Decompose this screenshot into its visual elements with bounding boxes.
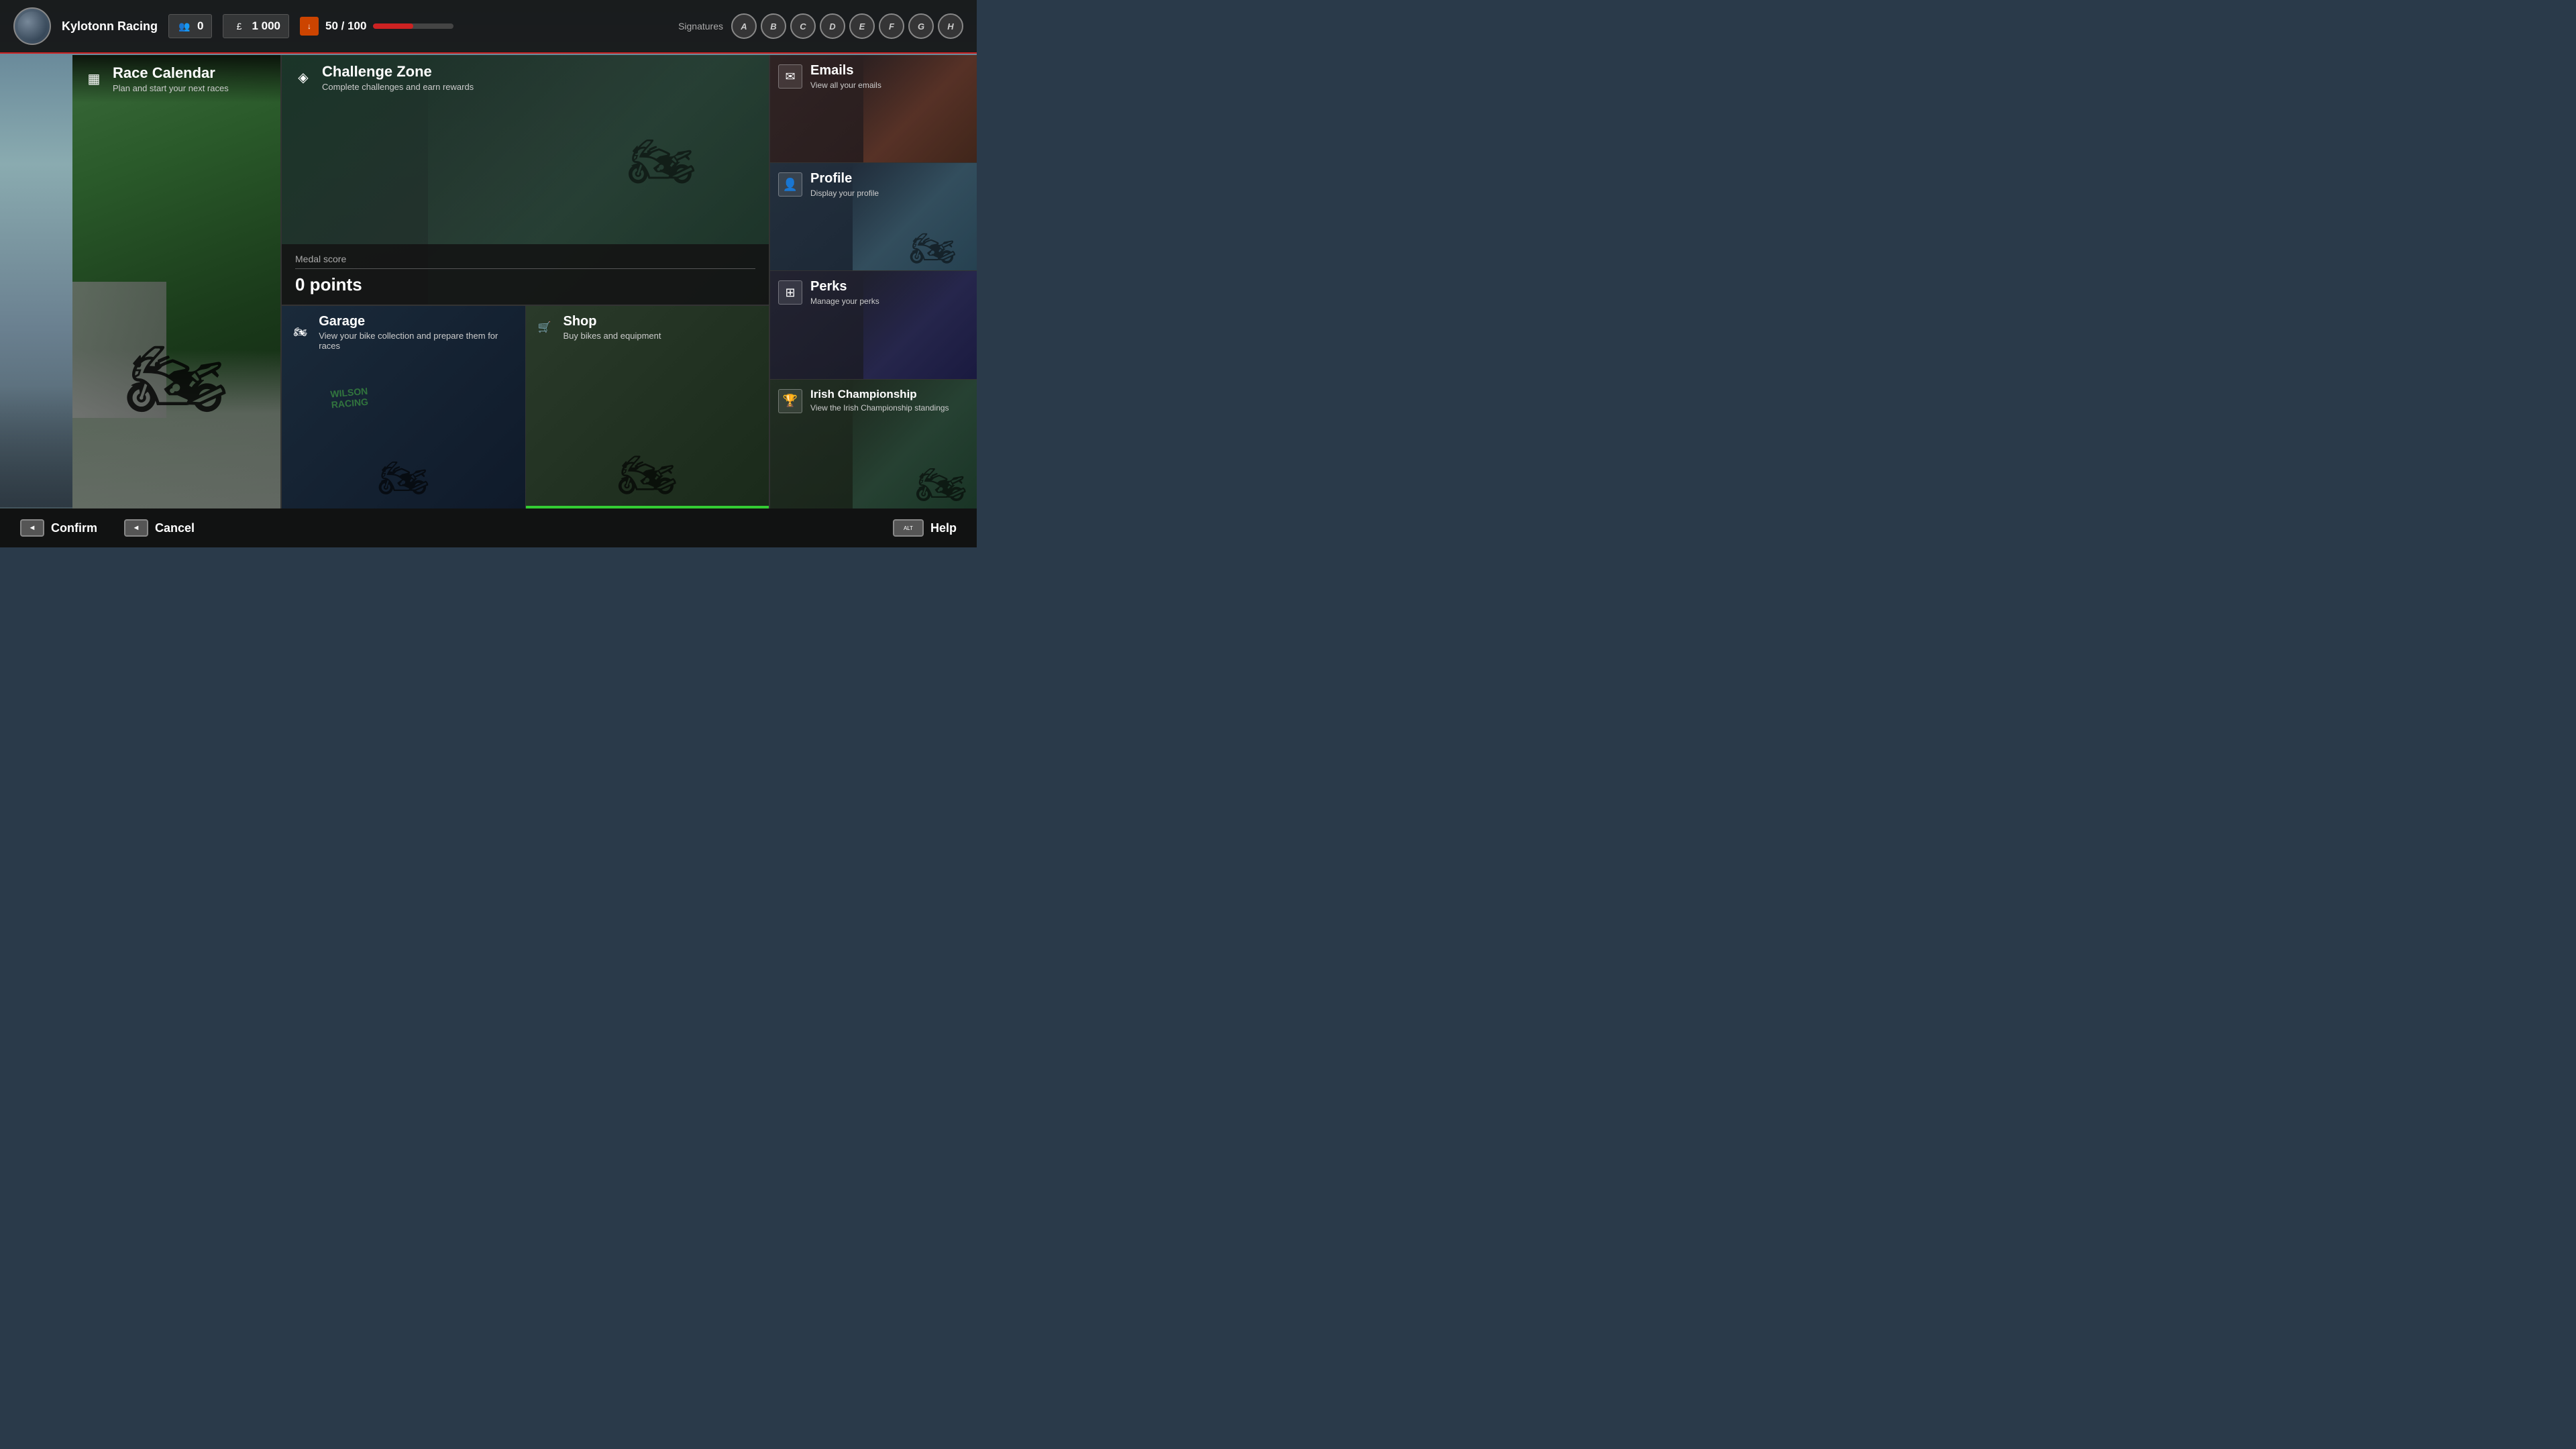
irish-championship-description: View the Irish Championship standings	[810, 403, 949, 413]
money-icon: £	[231, 19, 246, 34]
signature-badges: A B C D E F G H	[731, 13, 963, 39]
profile-text: Profile Display your profile	[810, 171, 879, 198]
cancel-label: Cancel	[155, 521, 195, 535]
perks-text: Perks Manage your perks	[810, 279, 879, 306]
team-name: Kylotonn Racing	[62, 19, 158, 34]
confirm-button-icon[interactable]: ◄	[20, 519, 44, 537]
race-calendar-text: Race Calendar Plan and start your next r…	[113, 64, 229, 93]
race-calendar-title: Race Calendar	[113, 64, 229, 82]
help-label: Help	[930, 521, 957, 535]
emails-description: View all your emails	[810, 80, 881, 90]
confirm-action[interactable]: ◄ Confirm	[20, 519, 97, 537]
confirm-label: Confirm	[51, 521, 97, 535]
garage-text: Garage View your bike collection and pre…	[319, 314, 517, 351]
sig-badge-a: A	[731, 13, 757, 39]
challenge-zone-title: Challenge Zone	[322, 63, 474, 80]
perks-description: Manage your perks	[810, 297, 879, 306]
topbar-left: Kylotonn Racing 👥 0 £ 1 000 ↓ 50 / 100	[13, 7, 453, 45]
xp-section: ↓ 50 / 100	[300, 17, 453, 36]
xp-bar-fill	[373, 23, 413, 29]
topbar-right: Signatures A B C D E F G H	[678, 13, 963, 39]
challenge-icon: ◈	[292, 67, 314, 89]
help-button-icon[interactable]: ALT	[893, 519, 924, 537]
perks-panel[interactable]: ⊞ Perks Manage your perks	[770, 271, 977, 379]
emails-content: ✉ Emails View all your emails	[770, 55, 977, 162]
shop-description: Buy bikes and equipment	[564, 331, 661, 341]
cancel-btn-symbol: ◄	[133, 524, 140, 532]
garage-panel[interactable]: 🏍 WILSONRACING 🏍 Garage View your bike c…	[282, 306, 526, 508]
cancel-action[interactable]: ◄ Cancel	[124, 519, 195, 537]
signatures-label: Signatures	[678, 21, 723, 32]
profile-title: Profile	[810, 171, 879, 186]
profile-panel[interactable]: 🏍 👤 Profile Display your profile	[770, 163, 977, 271]
emails-text: Emails View all your emails	[810, 63, 881, 90]
perks-title: Perks	[810, 279, 879, 294]
race-calendar-title-overlay: ▦ Race Calendar Plan and start your next…	[72, 55, 280, 103]
shop-text: Shop Buy bikes and equipment	[564, 314, 661, 341]
sig-badge-c: C	[790, 13, 816, 39]
trophy-icon: 🏆	[778, 389, 802, 413]
sig-badge-h: H	[938, 13, 963, 39]
cancel-button-icon[interactable]: ◄	[124, 519, 148, 537]
sig-badge-b: B	[761, 13, 786, 39]
irish-championship-panel[interactable]: 🏍 🏆 Irish Championship View the Irish Ch…	[770, 380, 977, 508]
xp-display: 50 / 100	[325, 19, 366, 33]
shop-icon: 🛒	[534, 317, 555, 338]
race-calendar-description: Plan and start your next races	[113, 83, 229, 93]
stat-money-value: 1 000	[252, 19, 280, 33]
topbar: Kylotonn Racing 👥 0 £ 1 000 ↓ 50 / 100 S…	[0, 0, 977, 54]
garage-title-block: 🏍 Garage View your bike collection and p…	[282, 306, 525, 359]
medal-score-value: 0 points	[295, 274, 755, 295]
irish-championship-title: Irish Championship	[810, 388, 949, 401]
irish-championship-text: Irish Championship View the Irish Champi…	[810, 388, 949, 413]
sig-badge-e: E	[849, 13, 875, 39]
shop-title-block: 🛒 Shop Buy bikes and equipment	[526, 306, 769, 349]
challenge-zone-description: Complete challenges and earn rewards	[322, 82, 474, 92]
shop-title: Shop	[564, 314, 661, 329]
profile-description: Display your profile	[810, 189, 879, 198]
avatar-image	[17, 11, 47, 41]
sig-badge-f: F	[879, 13, 904, 39]
emails-panel[interactable]: ✉ Emails View all your emails	[770, 55, 977, 163]
irish-championship-content: 🏆 Irish Championship View the Irish Cham…	[770, 380, 977, 508]
stat-fans-value: 0	[197, 19, 203, 33]
email-icon: ✉	[778, 64, 802, 89]
help-action[interactable]: ALT Help	[893, 519, 957, 537]
challenge-zone-title-block: ◈ Challenge Zone Complete challenges and…	[282, 55, 769, 100]
confirm-btn-symbol: ◄	[29, 524, 36, 532]
challenge-zone-text: Challenge Zone Complete challenges and e…	[322, 63, 474, 92]
xp-bar	[373, 23, 453, 29]
medal-score-label: Medal score	[295, 254, 755, 269]
race-calendar-panel[interactable]: 🏍 ▦ Race Calendar Plan and start your ne…	[72, 55, 280, 508]
help-btn-symbol: ALT	[904, 525, 913, 531]
xp-icon: ↓	[300, 17, 319, 36]
perks-icon: ⊞	[778, 280, 802, 305]
sig-badge-d: D	[820, 13, 845, 39]
calendar-icon: ▦	[83, 68, 105, 90]
shop-panel[interactable]: 🏍 🛒 Shop Buy bikes and equipment	[526, 306, 769, 508]
medal-score-section: Medal score 0 points	[282, 244, 769, 305]
garage-description: View your bike collection and prepare th…	[319, 331, 517, 351]
emails-title: Emails	[810, 63, 881, 78]
sig-badge-g: G	[908, 13, 934, 39]
challenge-zone-panel[interactable]: 🏍 ◈ Challenge Zone Complete challenges a…	[282, 55, 769, 305]
profile-content: 👤 Profile Display your profile	[770, 163, 977, 270]
stat-fans: 👥 0	[168, 14, 212, 38]
garage-icon: 🏍	[290, 321, 311, 343]
stat-money: £ 1 000	[223, 14, 289, 38]
perks-content: ⊞ Perks Manage your perks	[770, 271, 977, 378]
avatar	[13, 7, 51, 45]
garage-title: Garage	[319, 314, 517, 329]
profile-icon: 👤	[778, 172, 802, 197]
bottombar: ◄ Confirm ◄ Cancel ALT Help	[0, 508, 977, 547]
fans-icon: 👥	[177, 19, 192, 34]
